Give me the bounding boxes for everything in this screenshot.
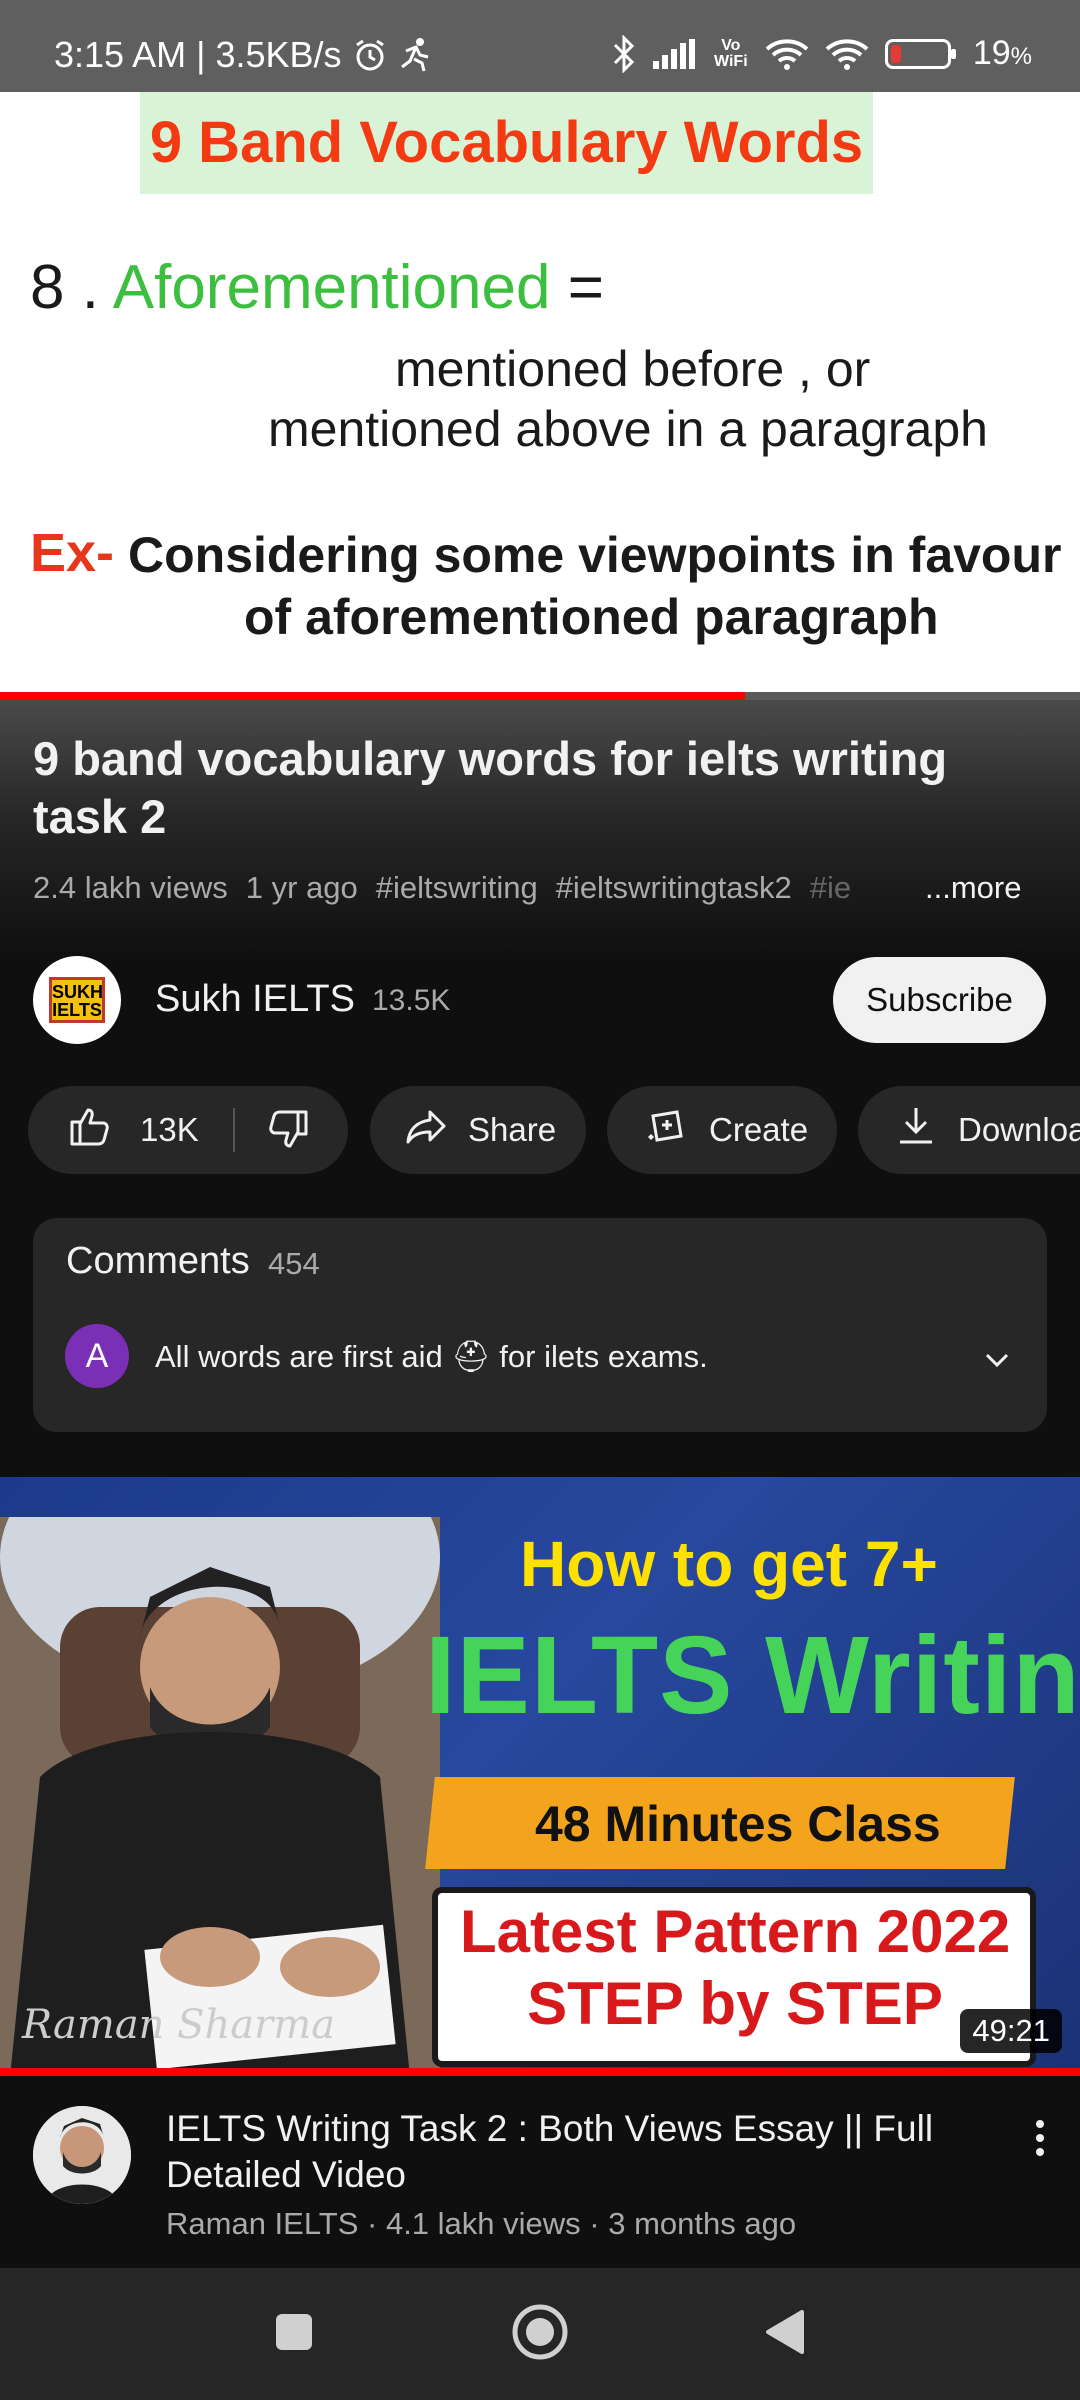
chevron-down-icon[interactable] xyxy=(977,1340,1017,1385)
definition-line-2: mentioned above in a paragraph xyxy=(268,401,988,457)
next-video-meta: Raman IELTS · 4.1 lakh views · 3 months … xyxy=(166,2206,797,2241)
battery-percent: 19% xyxy=(972,34,1032,72)
vocab-word: Aforementioned xyxy=(112,253,551,322)
download-label: Download xyxy=(958,1111,1080,1148)
back-button[interactable] xyxy=(744,2298,824,2370)
share-button[interactable]: Share xyxy=(370,1086,586,1174)
home-button[interactable] xyxy=(500,2298,580,2370)
more-vertical-icon[interactable] xyxy=(1030,2116,1050,2166)
download-button[interactable]: Download xyxy=(858,1086,1080,1174)
status-left: 3:15 AM | 3.5KB/s xyxy=(54,34,432,76)
wifi-icon-2 xyxy=(825,37,869,71)
video-meta[interactable]: 2.4 lakh views 1 yr ago #ieltswriting #i… xyxy=(33,870,851,906)
upload-age: 1 yr ago xyxy=(245,870,358,905)
word-number: 8 . xyxy=(30,253,113,322)
next-channel-name: Raman IELTS xyxy=(166,2206,359,2241)
video-progress-fill xyxy=(0,692,746,700)
home-circle-icon xyxy=(510,2302,570,2367)
definition-line-1: mentioned before , or xyxy=(395,341,871,397)
subscribe-button[interactable]: Subscribe xyxy=(833,957,1046,1043)
create-sparkle-icon xyxy=(645,1104,689,1156)
comments-panel[interactable]: Comments 454 A All words are first aid ⛑… xyxy=(33,1218,1047,1432)
hashtag[interactable]: #ie xyxy=(810,870,851,906)
status-bar: 3:15 AM | 3.5KB/s Vo WiFi 19% xyxy=(0,0,1080,92)
alarm-icon xyxy=(352,37,388,73)
top-comment-text: All words are first aid ⛑ for ilets exam… xyxy=(155,1339,708,1374)
wifi-icon xyxy=(765,37,809,71)
share-label: Share xyxy=(468,1111,557,1148)
status-time: 3:15 AM | 3.5KB/s xyxy=(54,34,342,75)
square-icon xyxy=(272,2310,316,2359)
video-info: 9 band vocabulary words for ielts writin… xyxy=(0,700,1080,1480)
subscriber-count: 13.5K xyxy=(372,984,451,1017)
like-dislike-pill: 13K xyxy=(28,1086,348,1174)
hashtag[interactable]: #ieltswriting xyxy=(376,870,538,906)
next-video-thumbnail[interactable]: How to get 7+ IELTS Writing 48 Minutes C… xyxy=(0,1477,1080,2072)
dislike-button[interactable] xyxy=(266,1108,310,1160)
thumb-progress-bar xyxy=(0,2068,1080,2076)
example-line-2: of aforementioned paragraph xyxy=(244,589,939,645)
comments-count: 454 xyxy=(268,1246,320,1281)
video-duration: 49:21 xyxy=(960,2009,1062,2053)
thumb-signature: Raman Sharma xyxy=(22,2002,336,2048)
video-player[interactable]: 9 Band Vocabulary Words 8 . Aforemention… xyxy=(0,92,1080,700)
create-label: Create xyxy=(709,1111,809,1148)
running-person-icon xyxy=(398,37,432,73)
example-line-1: Considering some viewpoints in favour xyxy=(128,527,1062,583)
create-button[interactable]: Create xyxy=(607,1086,837,1174)
commenter-avatar: A xyxy=(65,1324,129,1388)
channel-row[interactable]: SUKH IELTS Sukh IELTS 13.5K Subscribe xyxy=(0,950,1080,1050)
system-nav-bar xyxy=(0,2268,1080,2400)
presenter-image xyxy=(0,1517,440,2072)
vowifi-label: Vo WiFi xyxy=(714,36,748,70)
share-arrow-icon xyxy=(404,1104,448,1156)
video-progress-bar[interactable] xyxy=(0,692,1080,700)
more-link[interactable]: ...more xyxy=(925,870,1021,906)
download-icon xyxy=(894,1104,938,1156)
next-video-title[interactable]: IELTS Writing Task 2 : Both Views Essay … xyxy=(166,2106,986,2198)
example-label: Ex- xyxy=(30,523,115,583)
action-bar: 13K Share Create Download xyxy=(0,1086,1080,1174)
video-title[interactable]: 9 band vocabulary words for ielts writin… xyxy=(33,730,1033,846)
next-channel-avatar[interactable] xyxy=(33,2106,131,2204)
thumb-box-line-2: STEP by STEP xyxy=(527,1970,943,2037)
next-view-count: 4.1 lakh views xyxy=(385,2206,581,2241)
next-video-details[interactable]: IELTS Writing Task 2 : Both Views Essay … xyxy=(0,2076,1080,2268)
channel-logo-text: SUKH IELTS xyxy=(49,977,105,1023)
divider xyxy=(233,1108,235,1152)
next-upload-age: 3 months ago xyxy=(608,2206,797,2241)
equals-sign: = xyxy=(550,253,604,322)
like-button[interactable]: 13K xyxy=(68,1086,199,1174)
thumb-box-line-1: Latest Pattern 2022 xyxy=(460,1898,1011,1965)
status-right: Vo WiFi 19% xyxy=(611,34,1032,73)
signal-icon xyxy=(652,38,697,69)
bluetooth-icon xyxy=(611,34,637,73)
channel-avatar[interactable]: SUKH IELTS xyxy=(33,956,121,1044)
video-word-line: 8 . Aforementioned = xyxy=(30,252,604,323)
view-count: 2.4 lakh views xyxy=(33,870,228,905)
thumb-band-text: 48 Minutes Class xyxy=(535,1796,941,1852)
video-banner: 9 Band Vocabulary Words xyxy=(140,92,873,194)
thumbs-down-icon xyxy=(266,1110,310,1159)
back-triangle-icon xyxy=(762,2308,806,2361)
battery-icon xyxy=(884,38,956,69)
like-count: 13K xyxy=(140,1111,199,1148)
recents-button[interactable] xyxy=(254,2298,334,2370)
thumb-title: IELTS Writing xyxy=(425,1614,1080,1737)
battery-level xyxy=(890,44,901,63)
channel-name[interactable]: Sukh IELTS xyxy=(155,978,355,1021)
hashtag[interactable]: #ieltswritingtask2 xyxy=(556,870,792,906)
thumb-headline: How to get 7+ xyxy=(520,1528,938,1600)
thumbs-up-icon xyxy=(68,1104,112,1156)
comments-title: Comments xyxy=(66,1240,250,1282)
